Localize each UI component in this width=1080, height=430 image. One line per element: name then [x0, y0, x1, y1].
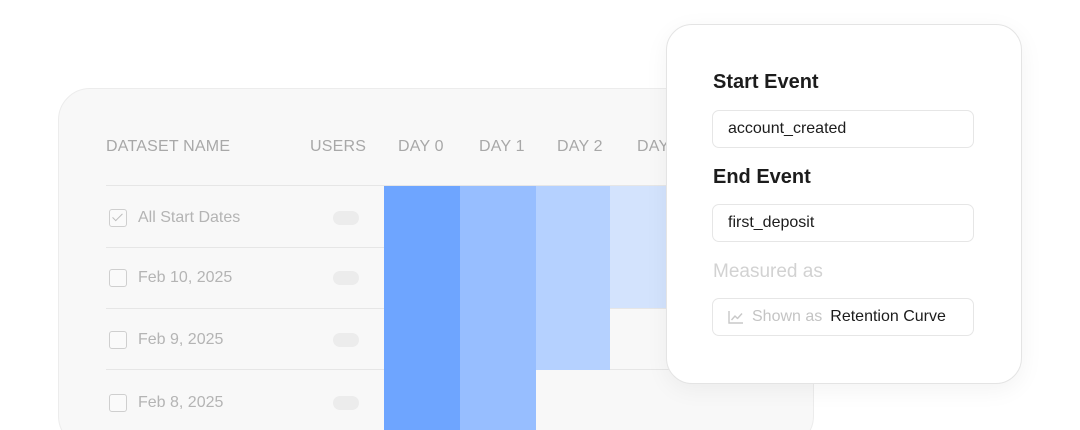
line-chart-icon — [728, 310, 744, 324]
column-header-dataset-name: DATASET NAME — [106, 138, 231, 155]
start-event-value: account_created — [728, 120, 847, 137]
heat-cell-day-1 — [460, 186, 536, 430]
column-header-day-1: DAY 1 — [479, 138, 525, 155]
column-header-users: USERS — [310, 138, 367, 155]
end-event-value: first_deposit — [728, 214, 815, 231]
row-checkbox[interactable] — [109, 209, 127, 227]
row-label: Feb 10, 2025 — [138, 269, 233, 286]
column-header-day-2: DAY 2 — [557, 138, 603, 155]
row-label: Feb 8, 2025 — [138, 394, 224, 411]
retention-config-illustration: DATASET NAME USERS DAY 0 DAY 1 DAY 2 DAY… — [0, 0, 1080, 430]
shown-as-prefix: Shown as — [752, 308, 823, 325]
row-checkbox[interactable] — [109, 394, 127, 412]
start-event-field[interactable]: account_created — [712, 110, 974, 148]
end-event-label: End Event — [713, 166, 811, 188]
row-label: All Start Dates — [138, 209, 241, 226]
column-header-day-0: DAY 0 — [398, 138, 444, 155]
row-label: Feb 9, 2025 — [138, 331, 224, 348]
heat-cell-day-0 — [384, 186, 460, 430]
measured-as-label: Measured as — [713, 261, 823, 282]
users-placeholder — [333, 271, 359, 285]
users-placeholder — [333, 396, 359, 410]
start-event-label: Start Event — [713, 71, 819, 93]
users-placeholder — [333, 333, 359, 347]
row-checkbox[interactable] — [109, 331, 127, 349]
shown-as-value: Retention Curve — [830, 308, 946, 325]
row-checkbox[interactable] — [109, 269, 127, 287]
users-placeholder — [333, 211, 359, 225]
shown-as-select[interactable]: Shown as Retention Curve — [712, 298, 974, 336]
heat-cell-day-2 — [536, 186, 610, 370]
column-header-day-3: DAY — [637, 138, 670, 155]
end-event-field[interactable]: first_deposit — [712, 204, 974, 242]
